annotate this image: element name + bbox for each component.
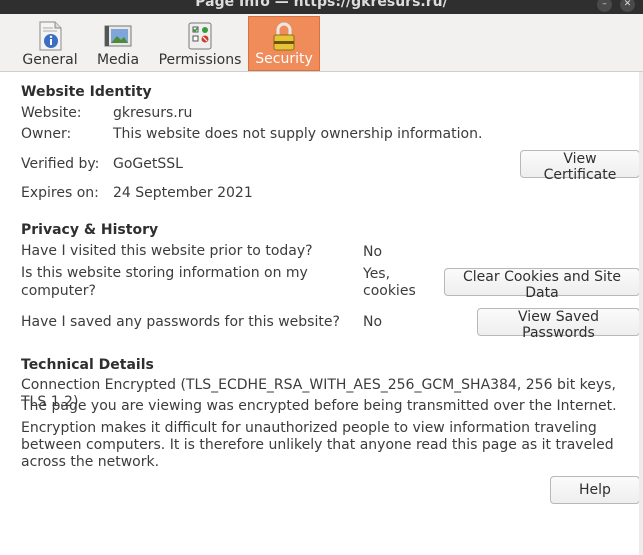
tab-media[interactable]: Media (94, 16, 142, 71)
window-title: Page Info — https://gkresurs.ru/ (195, 0, 448, 10)
view-saved-passwords-button[interactable]: View Saved Passwords (477, 308, 640, 341)
storing-answer-line2: cookies (363, 283, 416, 299)
website-value: gkresurs.ru (113, 105, 193, 121)
info-page-icon (39, 21, 62, 51)
padlock-icon (273, 22, 295, 51)
verified-by-value: GoGetSSL (113, 156, 183, 172)
verified-by-label: Verified by: (21, 156, 100, 172)
expires-on-label: Expires on: (21, 185, 99, 201)
minimize-icon[interactable]: – (597, 0, 612, 12)
tab-general[interactable]: General (21, 16, 79, 71)
tab-permissions[interactable]: Permissions (156, 16, 244, 71)
expires-on-value: 24 September 2021 (113, 185, 253, 201)
window-titlebar: Page Info — https://gkresurs.ru/ – ✕ (0, 0, 643, 14)
storing-question-line2: computer? (21, 283, 96, 299)
media-icon (104, 25, 132, 47)
website-identity-heading: Website Identity (21, 84, 152, 100)
close-icon[interactable]: ✕ (620, 0, 635, 12)
privacy-history-heading: Privacy & History (21, 222, 159, 238)
visited-answer: No (363, 244, 383, 260)
help-button[interactable]: Help (550, 476, 640, 504)
storing-question-line1: Is this website storing information on m… (21, 265, 308, 281)
tab-permissions-label: Permissions (158, 52, 242, 68)
tab-security-label: Security (255, 51, 313, 67)
tab-security[interactable]: Security (248, 16, 320, 71)
technical-details-heading: Technical Details (21, 357, 154, 373)
tab-media-label: Media (96, 52, 140, 68)
view-certificate-button[interactable]: View Certificate (520, 150, 640, 183)
storing-answer-line1: Yes, (363, 266, 391, 282)
clear-cookies-button[interactable]: Clear Cookies and Site Data (444, 268, 640, 301)
window-edge (639, 72, 643, 555)
visited-question: Have I visited this website prior to tod… (21, 243, 313, 259)
tab-general-label: General (22, 52, 78, 68)
owner-value: This website does not supply ownership i… (113, 126, 483, 142)
permissions-icon (188, 22, 212, 50)
security-panel: Website Identity Website: gkresurs.ru Ow… (0, 72, 643, 555)
passwords-answer: No (363, 314, 383, 330)
passwords-question: Have I saved any passwords for this webs… (21, 314, 340, 330)
tab-toolbar: General Media Permissions Security (0, 14, 643, 72)
owner-label: Owner: (21, 126, 72, 142)
encryption-explanation-text: Encryption makes it difficult for unauth… (21, 420, 614, 470)
website-label: Website: (21, 105, 82, 121)
encrypted-transmission-text: The page you are viewing was encrypted b… (21, 398, 617, 414)
